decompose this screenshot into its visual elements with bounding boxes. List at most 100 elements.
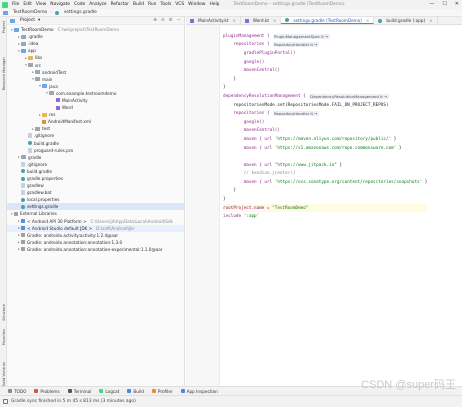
tool-logcat[interactable]: Logcat	[99, 389, 119, 394]
tree-item-gradle-androidx-activity-activity-1-2-4-aar[interactable]: ▸ Gradle: androidx.activity:activity:1.2.…	[7, 232, 184, 239]
code-token: 'https://s1.amazonaws.com/repo.commonswa…	[274, 145, 397, 151]
breadcrumb-project[interactable]: TestRoomDemo	[13, 10, 47, 15]
lib-icon	[21, 233, 25, 238]
tool-profiler[interactable]: Profiler	[151, 389, 173, 394]
tool-build[interactable]: Build	[127, 389, 144, 394]
tree-item-gradlew-bat[interactable]: gradlew.bat	[7, 189, 184, 196]
code-line: repositoriesMode.set(RepositoriesMode.FA…	[223, 101, 427, 110]
tree-item-androidtest[interactable]: ▸ androidTest	[7, 69, 184, 76]
tool-terminal[interactable]: Terminal	[67, 389, 91, 394]
breadcrumb-file[interactable]: settings.gradle	[64, 10, 97, 15]
menu-code[interactable]: Code	[74, 2, 85, 7]
menu-window[interactable]: Window	[188, 2, 205, 7]
tool-tab-resource-manager[interactable]: Resource Manager	[0, 57, 7, 90]
tree-item-gitignore[interactable]: .gitignore	[7, 132, 184, 139]
code-lines: pluginManagement {PluginManagementSpec i…	[223, 32, 428, 221]
tab-word-kt[interactable]: Word.kt ×	[241, 17, 282, 24]
menu-analyze[interactable]: Analyze	[89, 2, 106, 7]
menu-vcs[interactable]: VCS	[175, 2, 184, 7]
close-icon[interactable]: ×	[366, 18, 369, 23]
tree-item-gitignore[interactable]: .gitignore	[7, 161, 184, 168]
maximize-icon[interactable]: ☐	[442, 1, 446, 7]
tree-item-testroomdemo[interactable]: ▾ TestRoomDemo C:\ws\project\TestRoomDemo	[7, 26, 184, 33]
problems-icon	[34, 389, 39, 393]
tree-item-label: local.properties	[27, 197, 60, 203]
tool-tab-favorites[interactable]: Favorites	[0, 329, 7, 345]
menu-refactor[interactable]: Refactor	[111, 2, 129, 7]
logcat-icon	[99, 389, 104, 393]
menu-edit[interactable]: Edit	[23, 2, 32, 7]
tree-item-proguard-rules-pro[interactable]: proguard-rules.pro	[7, 147, 184, 154]
project-panel-tools: ⊕ ≡ ⚙ —	[153, 18, 184, 23]
menu-run[interactable]: Run	[148, 2, 156, 7]
tool-tab-build-variants[interactable]: Build Variants	[0, 362, 7, 387]
tree-item-gradle-androidx-annotation-annotation-experimental-1-1-0-aar[interactable]: ▸ Gradle: androidx.annotation:annotation-…	[7, 246, 184, 253]
tree-item-main[interactable]: ▾ main	[7, 76, 184, 83]
tree-item-src[interactable]: ▾ src	[7, 61, 184, 68]
project-panel-title[interactable]: Project	[20, 18, 35, 23]
tree-item-java[interactable]: ▾ java	[7, 83, 184, 90]
close-icon[interactable]: ×	[429, 18, 432, 23]
menu-tools[interactable]: Tools	[160, 2, 171, 7]
code-token: 'https://maven.aliyun.com/repository/pub…	[274, 136, 392, 142]
tree-item-build-gradle[interactable]: build.gradle	[7, 140, 184, 147]
tree-item-external-libraries[interactable]: ▾ External Libraries	[7, 210, 184, 217]
menu-build[interactable]: Build	[133, 2, 144, 7]
code-line: maven { url "https://www.jitpack.io" }	[223, 161, 427, 170]
minimize-icon[interactable]: —	[429, 1, 434, 7]
tool-tab-project[interactable]: Project	[0, 21, 7, 33]
code-token: // kendian.jcenter()	[223, 171, 296, 177]
menu-help[interactable]: Help	[209, 2, 219, 7]
tree-item-word[interactable]: Word	[7, 104, 184, 111]
tree-item-mainactivity[interactable]: MainActivity	[7, 97, 184, 104]
tree-item-res[interactable]: ▸ res	[7, 111, 184, 118]
tree-item-android-api-30-platform[interactable]: ▸ < Android API 30 Platform > C:\Users\ijd…	[7, 218, 184, 225]
tab-mainactivity-kt[interactable]: MainActivity.kt ×	[186, 17, 241, 24]
tool-todo[interactable]: TODO	[8, 389, 26, 394]
tree-item-settings-gradle[interactable]: settings.gradle	[7, 203, 184, 211]
code-editor[interactable]: pluginManagement {PluginManagementSpec i…	[186, 25, 462, 394]
tree-item-com-example-testroomdemo[interactable]: ▾ com.example.testroomdemo	[7, 90, 184, 97]
tree-item-local-properties[interactable]: local.properties	[7, 196, 184, 203]
code-line: repositories {RepositoryHandler it →	[223, 109, 427, 118]
add-icon[interactable]: ⊕	[153, 18, 157, 23]
hide-icon[interactable]: —	[177, 18, 181, 23]
tree-item-test[interactable]: ▸ test	[7, 125, 184, 132]
tree-item-app[interactable]: ▾ app	[7, 47, 184, 54]
tree-item-androidmanifest-xml[interactable]: AndroidManifest.xml	[7, 118, 184, 125]
tab-settings-gradle-testroomdemo[interactable]: settings.gradle (TestRoomDemo) ×	[281, 17, 375, 24]
tree-item-libs[interactable]: ▸ libs	[7, 54, 184, 61]
tool-problems[interactable]: Problems	[34, 389, 60, 394]
chevron-down-icon[interactable]: ▾	[38, 18, 40, 23]
tree-item-gradle[interactable]: ▸ .gradle	[7, 33, 184, 40]
code-token: "https://www.jitpack.io"	[274, 162, 337, 168]
collapse-all-icon[interactable]: ≡	[161, 18, 165, 23]
code-token: repositories {	[223, 111, 270, 117]
tree-item-gradle-properties[interactable]: gradle.properties	[7, 175, 184, 182]
tree-item-build-gradle[interactable]: build.gradle	[7, 168, 184, 175]
gradle-icon	[28, 141, 32, 146]
tree-item-android-studio-default-jdk[interactable]: ▸ < Android Studio default JDK > D:\soft\A…	[7, 224, 184, 232]
tree-item-label: MainActivity	[62, 97, 88, 103]
code-line: maven { url 'https://s1.amazonaws.com/re…	[223, 144, 427, 153]
tree-item-gradle-androidx-annotation-annotation-1-3-0[interactable]: ▸ Gradle: androidx.annotation:annotation:…	[7, 239, 184, 246]
window-controls: — ☐ ✕	[429, 1, 459, 7]
close-icon[interactable]: ×	[232, 18, 235, 23]
project-tree: ▾ TestRoomDemo C:\ws\project\TestRoomDemo ▸…	[7, 25, 184, 253]
menu-file[interactable]: File	[12, 2, 19, 7]
close-icon[interactable]: ×	[273, 18, 276, 23]
layout-icon[interactable]	[3, 399, 8, 404]
tree-item-gradlew[interactable]: gradlew	[7, 182, 184, 189]
tree-item-idea[interactable]: ▸ .idea	[7, 40, 184, 47]
close-icon[interactable]: ✕	[455, 1, 459, 7]
menu-items: File Edit View Navigate Code Analyze Refactor B…	[12, 2, 219, 7]
tool-app-inspection[interactable]: App Inspection	[180, 389, 218, 394]
tab-build-gradle-app[interactable]: build.gradle (:app) ×	[374, 17, 438, 24]
menu-view[interactable]: View	[36, 2, 46, 7]
menu-navigate[interactable]: Navigate	[50, 2, 70, 7]
gradle-icon	[21, 204, 25, 209]
gear-icon[interactable]: ⚙	[169, 18, 173, 23]
tree-item-label: Word	[62, 105, 73, 111]
tool-tab-structure[interactable]: Structure	[0, 304, 7, 321]
tree-item-gradle[interactable]: ▸ gradle	[7, 154, 184, 161]
